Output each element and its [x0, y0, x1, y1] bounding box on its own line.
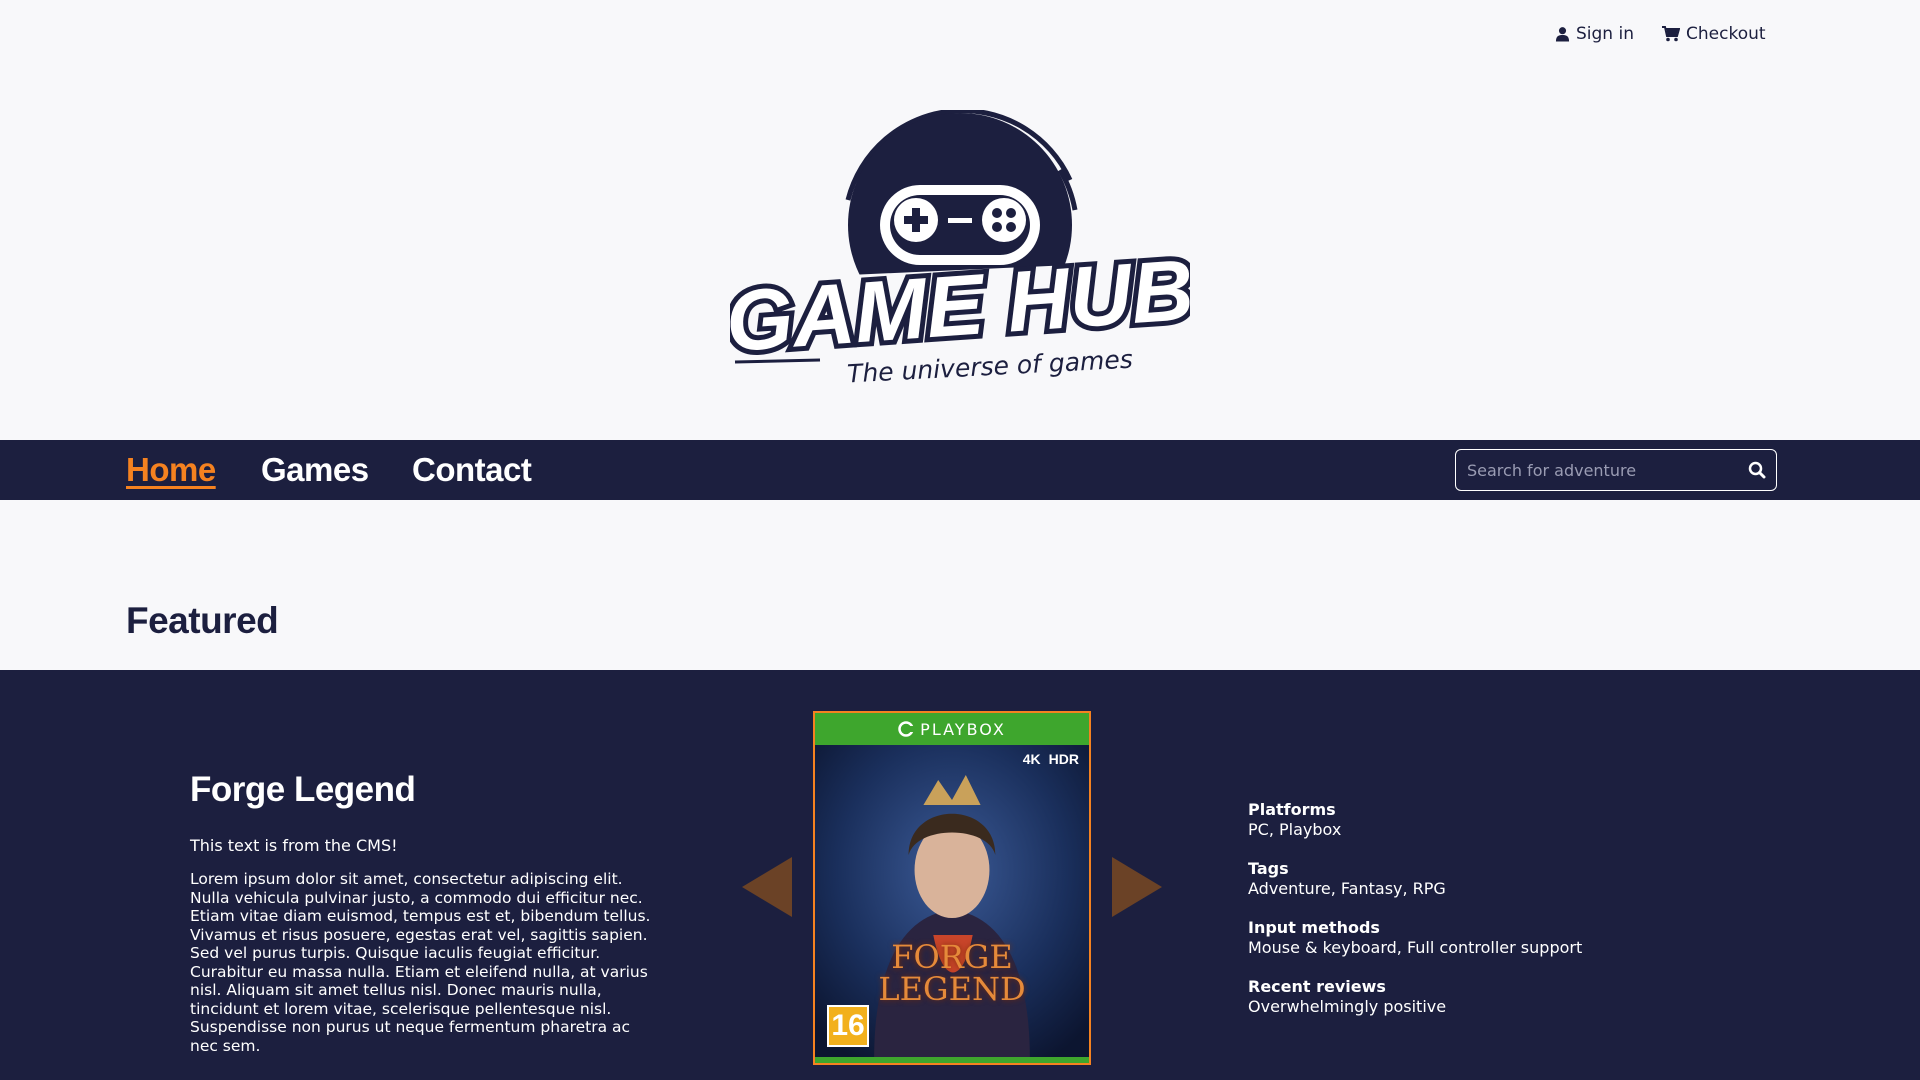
game-hub-logo[interactable]: GAME HUB The universe of games [718, 108, 1202, 395]
nav-games[interactable]: Games [261, 451, 369, 488]
detail-platforms: Platforms PC, Playbox [1248, 800, 1648, 840]
logo-graphic: GAME HUB The universe of games [718, 108, 1202, 388]
detail-value: Adventure, Fantasy, RPG [1248, 879, 1446, 898]
detail-label: Recent reviews [1248, 977, 1386, 996]
cover-title-line2: LEGEND [878, 970, 1026, 1008]
detail-value: Overwhelmingly positive [1248, 997, 1447, 1016]
checkout-label: Checkout [1686, 24, 1766, 44]
nav-home[interactable]: Home [126, 451, 216, 488]
game-description: Lorem ipsum dolor sit amet, consectetur … [190, 870, 651, 1055]
carousel-prev-button[interactable] [742, 857, 792, 917]
user-icon [1555, 27, 1570, 42]
detail-input-methods: Input methods Mouse & keyboard, Full con… [1248, 918, 1648, 958]
cms-note: This text is from the CMS! [190, 836, 398, 855]
game-title: Forge Legend [190, 770, 416, 809]
detail-recent-reviews: Recent reviews Overwhelmingly positive [1248, 977, 1648, 1017]
checkout-link[interactable]: Checkout [1662, 24, 1766, 44]
nav-contact[interactable]: Contact [412, 451, 532, 488]
age-rating-badge: 16 [827, 1005, 869, 1047]
detail-value: Mouse & keyboard, Full controller suppor… [1248, 938, 1583, 957]
detail-label: Platforms [1248, 800, 1336, 819]
game-cover-image[interactable]: PLAYBOX 4K HDR FORGE LEGEND 16 [813, 711, 1091, 1065]
playbox-logo-icon [898, 721, 915, 737]
sign-in-link[interactable]: Sign in [1555, 24, 1634, 44]
cover-badges: 4K HDR [1023, 751, 1079, 767]
sign-in-label: Sign in [1576, 24, 1634, 44]
cart-icon [1662, 26, 1680, 42]
cover-bottom-bar [815, 1057, 1089, 1063]
featured-heading: Featured [126, 600, 279, 641]
cover-brand-bar: PLAYBOX [815, 713, 1089, 745]
detail-value: PC, Playbox [1248, 820, 1342, 839]
cover-4k-badge: 4K [1022, 751, 1041, 767]
search-box [1455, 449, 1777, 491]
search-input[interactable] [1456, 450, 1736, 490]
detail-label: Tags [1248, 859, 1289, 878]
carousel-next-button[interactable] [1112, 857, 1162, 917]
detail-label: Input methods [1248, 918, 1380, 937]
cover-title-line1: FORGE [891, 938, 1013, 976]
top-bar: Sign in Checkout [0, 0, 1920, 70]
detail-tags: Tags Adventure, Fantasy, RPG [1248, 859, 1648, 899]
search-icon[interactable] [1748, 461, 1766, 479]
cover-hdr-badge: HDR [1048, 751, 1079, 767]
cover-title: FORGE LEGEND [815, 941, 1089, 1005]
cover-brand: PLAYBOX [920, 719, 1006, 739]
